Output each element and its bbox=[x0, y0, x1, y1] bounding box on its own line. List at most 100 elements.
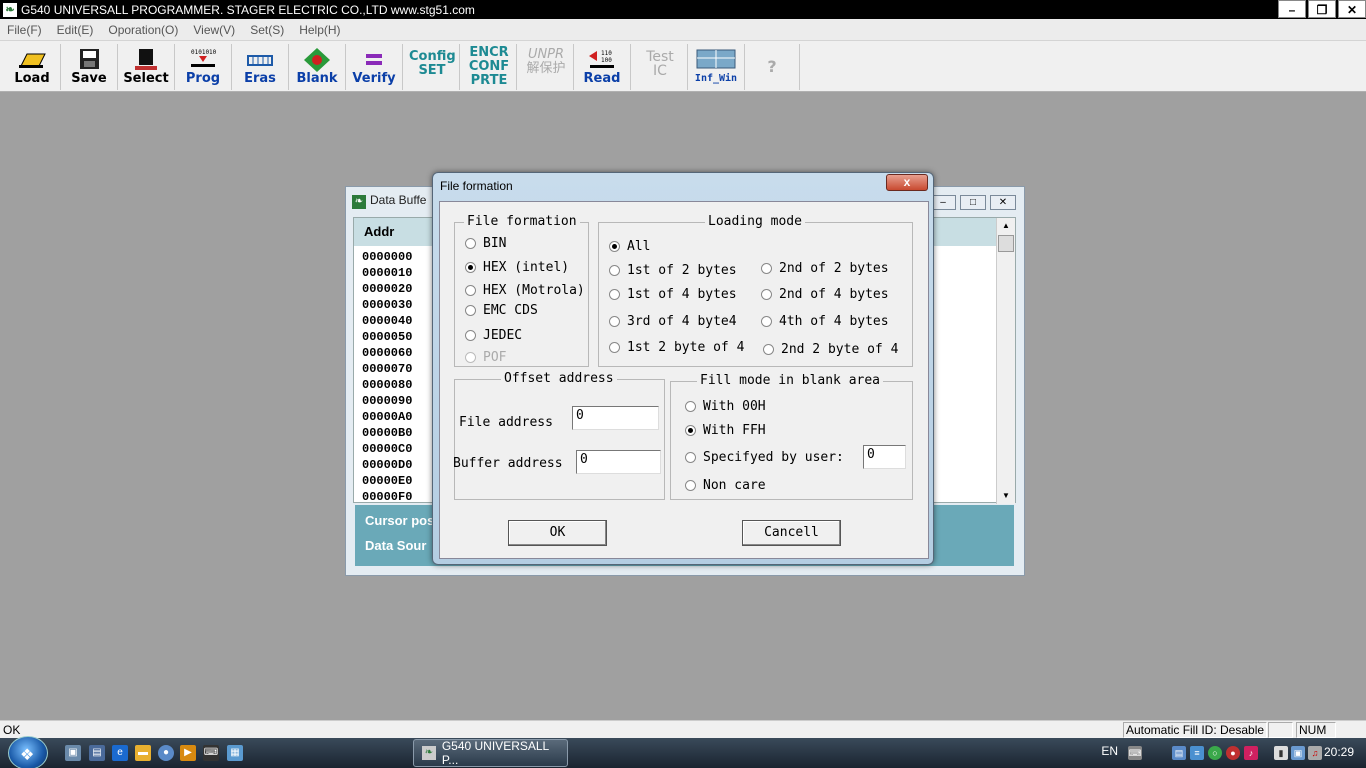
address-row: 0000020 bbox=[362, 282, 413, 296]
menu-edit[interactable]: Edit(E) bbox=[57, 23, 94, 37]
load-3rd-of-4-radio[interactable]: 3rd of 4 byte4 bbox=[609, 314, 737, 329]
floppy-disk-icon bbox=[74, 48, 104, 70]
data-buffer-close-button[interactable]: ✕ bbox=[990, 195, 1016, 210]
taskbar-item-g540[interactable]: ❧ G540 UNIVERSALL P... bbox=[413, 739, 568, 767]
fill-user-value-input[interactable]: 0 bbox=[863, 445, 906, 469]
battery-icon[interactable]: ▮ bbox=[1274, 746, 1288, 760]
load-2nd-of-4-radio[interactable]: 2nd of 4 bytes bbox=[761, 287, 889, 302]
load-all-radio[interactable]: All bbox=[609, 239, 650, 254]
info-window-button[interactable]: Inf_Win bbox=[688, 44, 745, 90]
config-set-button[interactable]: Config SET bbox=[403, 44, 460, 90]
fill-with-00h-radio[interactable]: With 00H bbox=[685, 399, 766, 414]
minimize-button[interactable]: – bbox=[1278, 0, 1306, 18]
address-row: 0000010 bbox=[362, 266, 413, 280]
test-ic-button[interactable]: Test IC bbox=[631, 44, 688, 90]
verify-button[interactable]: Verify bbox=[346, 44, 403, 90]
file-address-label: File address bbox=[459, 415, 553, 430]
menu-set[interactable]: Set(S) bbox=[250, 23, 284, 37]
select-button[interactable]: Select bbox=[118, 44, 175, 90]
fill-non-care-radio[interactable]: Non care bbox=[685, 478, 766, 493]
info-window-icon bbox=[696, 48, 736, 70]
show-desktop-icon[interactable]: ▣ bbox=[65, 745, 81, 761]
chip-icon bbox=[131, 48, 161, 70]
internet-explorer-icon[interactable]: e bbox=[112, 745, 128, 761]
load-2nd-2-byte-of-4-radio[interactable]: 2nd 2 byte of 4 bbox=[763, 342, 898, 357]
status-tray-icon[interactable]: ○ bbox=[1208, 746, 1222, 760]
menu-help[interactable]: Help(H) bbox=[299, 23, 340, 37]
address-row: 0000050 bbox=[362, 330, 413, 344]
save-button[interactable]: Save bbox=[61, 44, 118, 90]
menu-operation[interactable]: Oporation(O) bbox=[108, 23, 178, 37]
cursor-position-label: Cursor pos bbox=[365, 513, 435, 528]
format-emc-cds-radio[interactable]: EMC CDS bbox=[465, 303, 538, 318]
num-lock-status: NUM bbox=[1296, 722, 1336, 738]
ic-label: IC bbox=[653, 63, 667, 79]
fill-specified-by-user-radio[interactable]: Specifyed by user: bbox=[685, 450, 844, 465]
menu-view[interactable]: View(V) bbox=[193, 23, 235, 37]
start-button[interactable]: ❖ bbox=[8, 736, 48, 768]
prte-label: PRTE bbox=[470, 73, 508, 88]
windows-logo-icon: ❖ bbox=[20, 747, 35, 764]
scroll-down-icon[interactable]: ▼ bbox=[997, 488, 1015, 504]
encrypt-config-button[interactable]: ENCR CONF PRTE bbox=[460, 44, 517, 90]
conf-label: CONF bbox=[468, 59, 510, 74]
data-buffer-maximize-button[interactable]: □ bbox=[960, 195, 986, 210]
format-bin-radio[interactable]: BIN bbox=[465, 236, 506, 251]
buffer-address-label: Buffer address bbox=[453, 456, 563, 471]
dialog-close-button[interactable]: x bbox=[886, 174, 928, 191]
buffer-address-input[interactable]: 0 bbox=[576, 450, 661, 474]
erase-button[interactable]: Eras bbox=[232, 44, 289, 90]
load-1st-of-4-radio[interactable]: 1st of 4 bytes bbox=[609, 287, 737, 302]
ok-button[interactable]: OK bbox=[508, 520, 607, 546]
monitor-tray-icon[interactable]: ▣ bbox=[1291, 746, 1305, 760]
svg-text:100: 100 bbox=[601, 57, 612, 64]
keyboard-icon[interactable]: ⌨ bbox=[203, 745, 219, 761]
close-button[interactable]: ✕ bbox=[1338, 0, 1366, 18]
network-tray-icon[interactable]: ≡ bbox=[1190, 746, 1204, 760]
blank-button[interactable]: Blank bbox=[289, 44, 346, 90]
read-button[interactable]: 110 100 Read bbox=[574, 44, 631, 90]
status-bar: OK Automatic Fill ID: Desable NUM bbox=[0, 720, 1366, 738]
tray-app-icon[interactable]: ▤ bbox=[1172, 746, 1186, 760]
security-tray-icon[interactable]: ● bbox=[1226, 746, 1240, 760]
language-indicator[interactable]: EN bbox=[1101, 744, 1118, 758]
data-buffer-controls: – □ ✕ bbox=[926, 195, 1016, 210]
load-1st-2-byte-of-4-radio[interactable]: 1st 2 byte of 4 bbox=[609, 340, 744, 355]
load-1st-of-2-radio[interactable]: 1st of 2 bytes bbox=[609, 263, 737, 278]
file-address-input[interactable]: 0 bbox=[572, 406, 659, 430]
load-button[interactable]: Load bbox=[4, 44, 61, 90]
help-button[interactable]: ? bbox=[745, 44, 800, 90]
address-row: 0000040 bbox=[362, 314, 413, 328]
unprotect-button[interactable]: UNPR 解保护 bbox=[517, 44, 574, 90]
keyboard-layout-icon[interactable]: ⌨ bbox=[1128, 746, 1142, 760]
load-2nd-of-2-radio[interactable]: 2nd of 2 bytes bbox=[761, 261, 889, 276]
scroll-thumb[interactable] bbox=[998, 235, 1014, 252]
format-hex-motorola-radio[interactable]: HEX (Motrola) bbox=[465, 283, 585, 298]
config-label: Config bbox=[409, 49, 456, 64]
addr-column-header: Addr bbox=[364, 224, 395, 239]
globe-icon[interactable]: ● bbox=[158, 745, 174, 761]
fill-with-ffh-radio[interactable]: With FFH bbox=[685, 423, 766, 438]
clock[interactable]: 20:29 bbox=[1324, 745, 1354, 759]
scroll-up-icon[interactable]: ▲ bbox=[997, 218, 1015, 234]
loading-mode-group: Loading mode All 1st of 2 bytes 1st of 4… bbox=[598, 214, 913, 367]
restore-button[interactable]: ❐ bbox=[1308, 0, 1336, 18]
media-player-icon[interactable]: ▶ bbox=[180, 745, 196, 761]
address-row: 00000B0 bbox=[362, 426, 413, 440]
file-formation-group-title: File formation bbox=[464, 214, 580, 229]
format-jedec-radio[interactable]: JEDEC bbox=[465, 328, 522, 343]
offset-address-group: Offset address File address 0 Buffer add… bbox=[453, 371, 665, 500]
app-grid-icon[interactable]: ▦ bbox=[227, 745, 243, 761]
volume-muted-icon[interactable]: ♫ bbox=[1308, 746, 1322, 760]
load-4th-of-4-radio[interactable]: 4th of 4 bytes bbox=[761, 314, 889, 329]
cancel-button[interactable]: Cancell bbox=[742, 520, 841, 546]
window-title: G540 UNIVERSALL PROGRAMMER. STAGER ELECT… bbox=[21, 2, 475, 17]
folder-icon[interactable]: ▬ bbox=[135, 745, 151, 761]
switch-windows-icon[interactable]: ▤ bbox=[89, 745, 105, 761]
media-tray-icon[interactable]: ♪ bbox=[1244, 746, 1258, 760]
format-hex-intel-radio[interactable]: HEX (intel) bbox=[465, 260, 569, 275]
menu-file[interactable]: File(F) bbox=[7, 23, 42, 37]
prog-button[interactable]: 0101010 Prog bbox=[175, 44, 232, 90]
dialog-body: File formation BIN HEX (intel) HEX (Motr… bbox=[439, 201, 929, 559]
vertical-scrollbar[interactable]: ▲ ▼ bbox=[996, 218, 1015, 504]
